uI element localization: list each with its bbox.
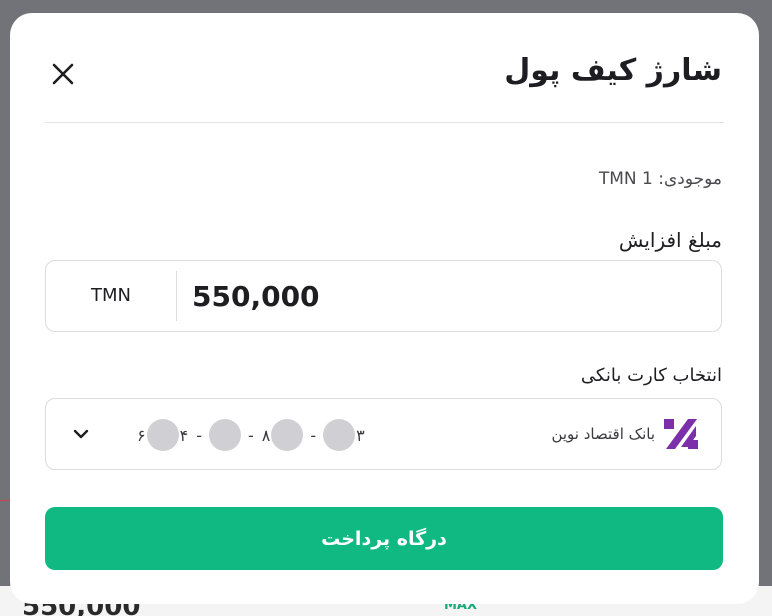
mask-dot <box>208 419 241 451</box>
amount-input[interactable] <box>192 269 702 323</box>
amount-field: TMN <box>45 260 722 332</box>
card-separator: - <box>310 425 317 445</box>
masked-card-number: ۶ ۴ - - ۸ - ۳ <box>136 419 366 451</box>
bank-card-select[interactable]: ۶ ۴ - - ۸ - ۳ بانک اقتصاد نوین <box>45 398 722 470</box>
modal-title: شارژ کیف پول <box>504 53 722 88</box>
payment-gateway-button[interactable]: درگاه پرداخت <box>45 507 723 570</box>
bank-logo-icon <box>664 419 698 449</box>
card-separator: - <box>247 425 254 445</box>
bank-name: بانک اقتصاد نوین <box>551 425 655 443</box>
currency-separator <box>176 271 177 321</box>
mask-dot <box>271 419 304 451</box>
wallet-charge-modal: شارژ کیف پول موجودی: TMN 1 مبلغ افزایش T… <box>10 13 759 604</box>
card-digit: ۶ <box>137 425 146 445</box>
balance-text: موجودی: TMN 1 <box>598 169 722 189</box>
close-icon <box>52 63 74 85</box>
close-button[interactable] <box>50 61 76 87</box>
mask-dot <box>146 419 179 451</box>
bank-card-label: انتخاب کارت بانکی <box>580 365 722 386</box>
card-digit: ۸ <box>261 425 271 445</box>
card-digit: ۴ <box>179 425 189 445</box>
chevron-down-icon <box>73 429 89 439</box>
background-divider <box>0 500 10 501</box>
currency-label: TMN <box>91 285 131 306</box>
mask-dot <box>323 419 356 451</box>
card-digit: ۳ <box>356 425 365 445</box>
amount-label: مبلغ افزایش <box>618 228 722 252</box>
card-separator: - <box>196 425 202 445</box>
header-divider <box>45 122 724 123</box>
